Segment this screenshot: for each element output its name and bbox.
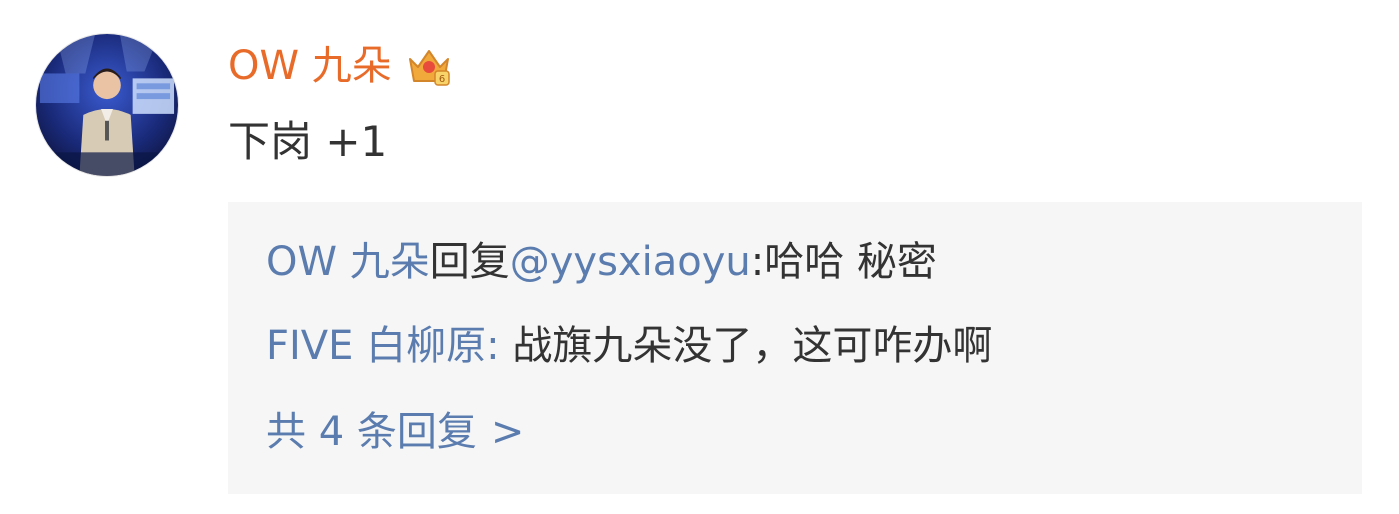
reply-action: 回复 bbox=[429, 239, 510, 285]
chevron-right-icon: > bbox=[490, 409, 525, 455]
user-avatar[interactable] bbox=[35, 33, 179, 177]
comment-text: 下岗 +1 bbox=[228, 117, 388, 166]
reply-author[interactable]: OW 九朵 bbox=[266, 239, 430, 285]
avatar-photo bbox=[36, 34, 178, 176]
comment-header: OW 九朵 6 bbox=[228, 38, 454, 94]
reply-item: OW 九朵回复@yysxiaoyu:哈哈 秘密 bbox=[266, 234, 937, 290]
reply-author[interactable]: FIVE 白柳原 bbox=[266, 323, 486, 369]
svg-text:6: 6 bbox=[439, 74, 445, 85]
reply-box: OW 九朵回复@yysxiaoyu:哈哈 秘密 FIVE 白柳原: 战旗九朵没了… bbox=[228, 202, 1362, 494]
more-replies-label: 共 4 条回复 bbox=[266, 409, 477, 455]
more-replies-link[interactable]: 共 4 条回复 > bbox=[266, 404, 524, 460]
comment-card: OW 九朵 6 下岗 +1 OW 九朵回复@yysxiaoyu:哈哈 秘密 FI… bbox=[0, 0, 1399, 514]
reply-mention[interactable]: @yysxiaoyu bbox=[510, 239, 751, 285]
comment-username[interactable]: OW 九朵 bbox=[228, 38, 392, 94]
reply-separator: : bbox=[486, 323, 500, 369]
vip-crown-icon: 6 bbox=[404, 41, 454, 91]
reply-text: 战旗九朵没了，这可咋办啊 bbox=[499, 323, 993, 369]
reply-item: FIVE 白柳原: 战旗九朵没了，这可咋办啊 bbox=[266, 318, 992, 374]
reply-text: :哈哈 秘密 bbox=[750, 239, 937, 285]
